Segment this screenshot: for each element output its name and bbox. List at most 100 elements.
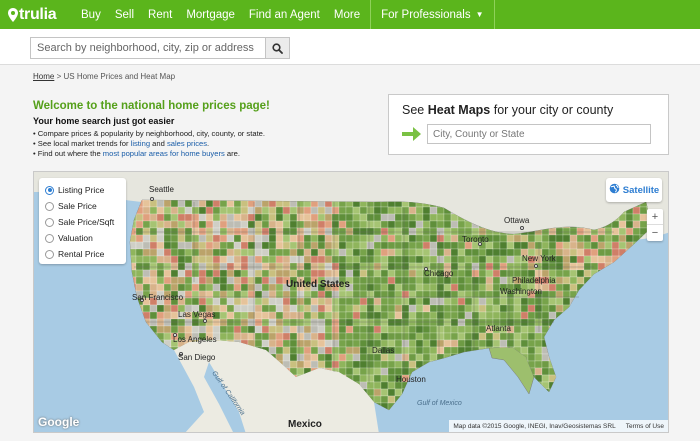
county-cell <box>604 297 613 306</box>
county-cell <box>156 395 165 404</box>
nav-for-professionals[interactable]: For Professionals ▼ <box>371 0 493 29</box>
county-cell <box>527 297 536 306</box>
county-cell <box>289 262 298 271</box>
county-cell <box>513 402 522 410</box>
county-cell <box>394 206 403 215</box>
county-cell <box>457 339 466 348</box>
option-valuation[interactable]: Valuation <box>45 230 120 246</box>
zoom-in-button[interactable]: + <box>647 209 663 225</box>
option-rental-price[interactable]: Rental Price <box>45 246 120 262</box>
county-cell <box>632 353 641 362</box>
county-cell <box>499 367 508 376</box>
county-cell <box>219 283 228 292</box>
county-cell <box>555 262 564 271</box>
popular-areas-link[interactable]: most popular areas for home buyers <box>103 149 225 158</box>
county-cell <box>163 318 172 327</box>
county-cell <box>555 346 564 355</box>
nav-buy[interactable]: Buy <box>74 0 108 29</box>
county-cell <box>191 402 200 410</box>
county-cell <box>646 241 652 250</box>
county-cell <box>401 318 410 327</box>
trulia-logo[interactable]: trulia <box>8 0 70 29</box>
county-cell <box>408 297 417 306</box>
listing-prices-link[interactable]: listing <box>131 139 150 148</box>
nav-rent[interactable]: Rent <box>141 0 179 29</box>
county-cell <box>135 339 144 348</box>
heat-map-search-box: See Heat Maps for your city or county <box>388 94 669 155</box>
county-cell <box>317 346 326 355</box>
nav-find-agent[interactable]: Find an Agent <box>242 0 327 29</box>
county-cell <box>233 325 242 334</box>
search-input[interactable] <box>30 37 265 59</box>
county-cell <box>618 248 627 257</box>
county-cell <box>338 304 347 313</box>
county-cell <box>513 318 522 327</box>
zoom-out-button[interactable]: − <box>647 225 663 241</box>
county-cell <box>450 276 459 285</box>
county-cell <box>184 220 193 229</box>
county-cell <box>303 255 312 264</box>
google-logo: Google <box>38 415 80 429</box>
breadcrumb-home[interactable]: Home <box>33 72 54 81</box>
county-cell <box>618 381 627 390</box>
county-cell <box>163 200 172 208</box>
county-cell <box>338 332 347 341</box>
terms-of-use-link[interactable]: Terms of Use <box>626 423 664 430</box>
county-cell <box>422 283 431 292</box>
radio[interactable] <box>45 201 54 211</box>
county-cell <box>639 255 648 264</box>
radio[interactable] <box>45 249 54 259</box>
county-cell <box>184 318 193 327</box>
county-cell <box>226 241 235 250</box>
satellite-button[interactable]: Satellite <box>606 178 662 202</box>
county-cell <box>130 206 137 215</box>
radio[interactable] <box>45 233 54 243</box>
county-cell <box>583 388 592 397</box>
county-cell <box>177 402 186 410</box>
option-listing-price[interactable]: Listing Price <box>45 182 120 198</box>
county-cell <box>415 332 424 341</box>
county-cell <box>156 332 165 341</box>
nav-sell[interactable]: Sell <box>108 0 141 29</box>
county-cell <box>149 339 158 348</box>
county-cell <box>415 339 424 348</box>
county-cell <box>373 325 382 334</box>
radio-selected[interactable] <box>45 185 54 195</box>
county-cell <box>415 388 424 397</box>
county-cell <box>345 311 354 320</box>
county-cell <box>261 262 270 271</box>
county-cell <box>569 304 578 313</box>
nav-mortgage[interactable]: Mortgage <box>179 0 242 29</box>
county-cell <box>163 346 172 355</box>
county-cell <box>212 262 221 271</box>
county-cell <box>604 374 613 383</box>
county-cell <box>576 304 585 313</box>
county-cell <box>625 388 634 397</box>
county-cell <box>366 367 375 376</box>
nav-more[interactable]: More <box>327 0 367 29</box>
option-sale-price-sqft[interactable]: Sale Price/Sqft <box>45 214 120 230</box>
search-button[interactable] <box>265 37 290 59</box>
radio[interactable] <box>45 217 54 227</box>
county-cell <box>478 227 487 236</box>
city-county-state-input[interactable] <box>427 124 651 144</box>
county-cell <box>394 353 403 362</box>
county-cell <box>534 360 543 369</box>
option-sale-price[interactable]: Sale Price <box>45 198 120 214</box>
county-cell <box>506 388 515 397</box>
county-cell <box>408 325 417 334</box>
county-cell <box>177 248 186 257</box>
county-cell <box>618 318 627 327</box>
county-cell <box>331 339 340 348</box>
county-cell <box>569 269 578 278</box>
sales-prices-link[interactable]: sales prices <box>167 139 207 148</box>
county-cell <box>513 395 522 404</box>
county-cell <box>429 234 438 243</box>
county-cell <box>163 227 172 236</box>
county-cell <box>191 220 200 229</box>
county-cell <box>184 409 193 410</box>
county-cell <box>338 353 347 362</box>
county-cell <box>289 234 298 243</box>
county-cell <box>485 262 494 271</box>
heat-map[interactable]: Seattle Ottawa Toronto Chicago New York … <box>33 171 669 433</box>
